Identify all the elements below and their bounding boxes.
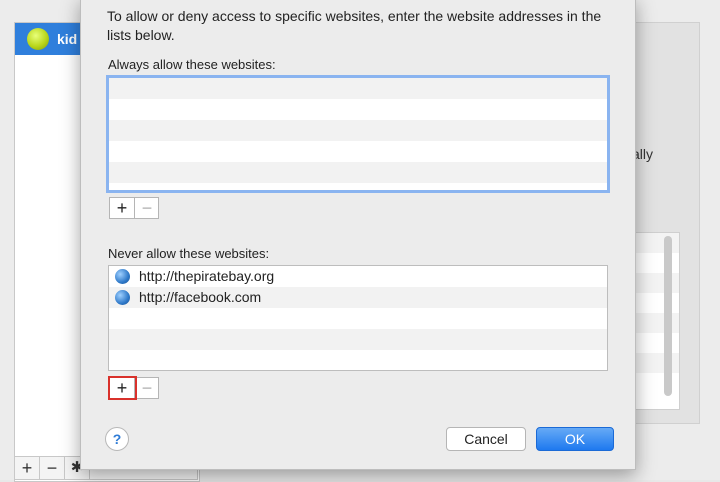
cancel-button[interactable]: Cancel (446, 427, 526, 451)
always-allow-controls: + − (109, 197, 159, 219)
list-item[interactable]: http://facebook.com (109, 287, 607, 308)
globe-icon (115, 269, 130, 284)
website-restrictions-sheet: To allow or deny access to specific webs… (80, 0, 636, 470)
ok-button[interactable]: OK (536, 427, 614, 451)
never-allow-remove-button[interactable]: − (135, 378, 159, 398)
never-allow-add-button[interactable]: + (108, 376, 137, 400)
never-allow-list[interactable]: http://thepiratebay.org http://facebook.… (108, 265, 608, 371)
background-list (634, 232, 680, 410)
website-url: http://facebook.com (139, 289, 262, 305)
list-item[interactable]: http://thepiratebay.org (109, 266, 607, 287)
add-user-button[interactable]: + (15, 457, 40, 479)
remove-user-button[interactable]: − (40, 457, 65, 479)
always-allow-remove-button[interactable]: − (135, 198, 159, 218)
never-allow-label: Never allow these websites: (108, 246, 270, 261)
always-allow-add-button[interactable]: + (110, 198, 135, 218)
avatar (27, 28, 49, 50)
website-url: http://thepiratebay.org (139, 268, 275, 284)
globe-icon (115, 290, 130, 305)
help-button[interactable]: ? (105, 427, 129, 451)
never-allow-controls: + − (108, 376, 159, 400)
always-allow-list[interactable] (106, 75, 610, 193)
intro-text: To allow or deny access to specific webs… (107, 8, 602, 43)
scrollbar[interactable] (664, 236, 672, 396)
always-allow-label: Always allow these websites: (108, 57, 276, 72)
